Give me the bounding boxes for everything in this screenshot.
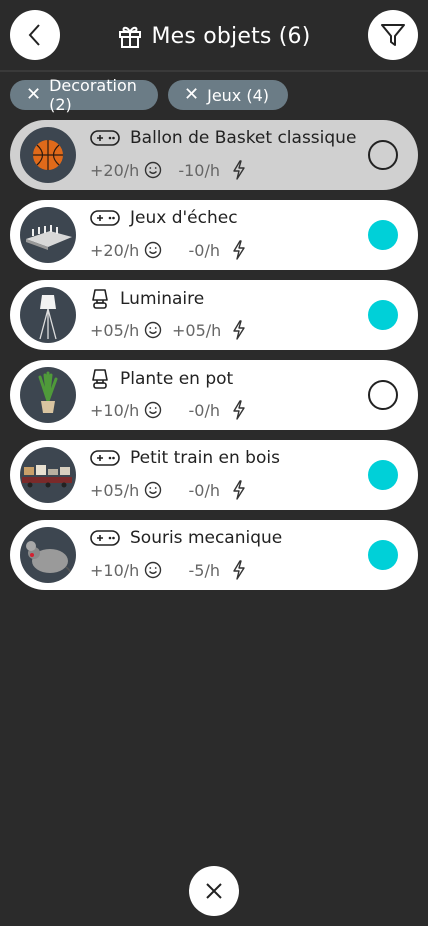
close-icon: [206, 883, 222, 899]
item-thumbnail: [20, 207, 76, 263]
energy-rate: -0/h: [188, 400, 220, 420]
object-list: Ballon de Basket classique +20/h -10/h Jeux…: [10, 120, 418, 600]
item-name: Luminaire: [120, 289, 205, 309]
item-name-row: Plante en pot: [90, 368, 233, 390]
filter-chip-label: Decoration (2): [49, 76, 137, 114]
item-stats: +05/h -0/h: [90, 480, 246, 500]
happiness-rate: +05/h: [90, 320, 140, 340]
item-name: Petit train en bois: [130, 448, 280, 468]
close-icon[interactable]: ✕: [26, 86, 41, 104]
item-stats: +10/h -5/h: [90, 560, 246, 580]
item-name-row: Petit train en bois: [90, 448, 280, 468]
item-toggle[interactable]: [368, 300, 398, 330]
item-stats: +10/h -0/h: [90, 400, 246, 420]
lightning-icon: [233, 320, 245, 340]
lightning-icon: [233, 400, 245, 420]
item-name: Plante en pot: [120, 369, 234, 389]
item-name-row: Ballon de Basket classique: [90, 128, 356, 148]
smile-icon: [144, 161, 162, 179]
item-thumbnail: [20, 527, 76, 583]
gamepad-icon: [90, 529, 120, 547]
gamepad-icon: [90, 209, 120, 227]
filter-icon: [381, 24, 405, 46]
item-thumbnail: [20, 367, 76, 423]
lamp-icon: [90, 368, 110, 390]
item-thumbnail: [20, 287, 76, 343]
item-toggle[interactable]: [368, 220, 398, 250]
happiness-rate: +10/h: [90, 400, 140, 420]
item-toggle[interactable]: [368, 140, 398, 170]
filter-chip-label: Jeux (4): [207, 85, 270, 105]
list-item[interactable]: Luminaire +05/h +05/h: [10, 280, 418, 350]
lamp-icon: [90, 288, 110, 310]
energy-rate: +05/h: [172, 320, 222, 340]
item-stats: +05/h +05/h: [90, 320, 246, 340]
energy-rate: -0/h: [188, 240, 220, 260]
item-name: Jeux d'échec: [130, 208, 238, 228]
lightning-icon: [233, 240, 245, 260]
filter-chip-jeux[interactable]: ✕ Jeux (4): [168, 80, 288, 110]
item-name-row: Luminaire: [90, 288, 204, 310]
lightning-icon: [233, 560, 245, 580]
item-thumbnail: [20, 447, 76, 503]
filter-chips: ✕ Decoration (2) ✕ Jeux (4): [10, 76, 288, 114]
happiness-rate: +20/h: [90, 160, 140, 180]
item-toggle[interactable]: [368, 540, 398, 570]
filter-button[interactable]: [368, 10, 418, 60]
filter-chip-decoration[interactable]: ✕ Decoration (2): [10, 76, 158, 114]
item-thumbnail: [20, 127, 76, 183]
lightning-icon: [233, 480, 245, 500]
item-name-row: Jeux d'échec: [90, 208, 238, 228]
page-title-wrap: Mes objets (6): [0, 18, 428, 54]
item-toggle[interactable]: [368, 460, 398, 490]
happiness-rate: +10/h: [90, 560, 140, 580]
happiness-rate: +20/h: [90, 240, 140, 260]
happiness-rate: +05/h: [90, 480, 140, 500]
energy-rate: -10/h: [178, 160, 220, 180]
item-stats: +20/h -0/h: [90, 240, 246, 260]
list-item[interactable]: Plante en pot +10/h -0/h: [10, 360, 418, 430]
list-item[interactable]: Petit train en bois +05/h -0/h: [10, 440, 418, 510]
gamepad-icon: [90, 129, 120, 147]
gift-icon: [119, 26, 142, 48]
smile-icon: [144, 401, 162, 419]
smile-icon: [144, 561, 162, 579]
smile-icon: [144, 321, 162, 339]
close-button[interactable]: [189, 866, 239, 916]
energy-rate: -5/h: [188, 560, 220, 580]
gamepad-icon: [90, 449, 120, 467]
list-item[interactable]: Souris mecanique +10/h -5/h: [10, 520, 418, 590]
list-item[interactable]: Jeux d'échec +20/h -0/h: [10, 200, 418, 270]
energy-rate: -0/h: [188, 480, 220, 500]
header: Mes objets (6): [0, 0, 428, 72]
smile-icon: [144, 241, 162, 259]
close-icon[interactable]: ✕: [184, 86, 199, 104]
list-item[interactable]: Ballon de Basket classique +20/h -10/h: [10, 120, 418, 190]
item-toggle[interactable]: [368, 380, 398, 410]
page-title: Mes objets (6): [151, 23, 311, 49]
item-name-row: Souris mecanique: [90, 528, 282, 548]
item-name: Souris mecanique: [130, 528, 283, 548]
smile-icon: [144, 481, 162, 499]
lightning-icon: [233, 160, 245, 180]
item-name: Ballon de Basket classique: [130, 128, 357, 148]
item-stats: +20/h -10/h: [90, 160, 246, 180]
